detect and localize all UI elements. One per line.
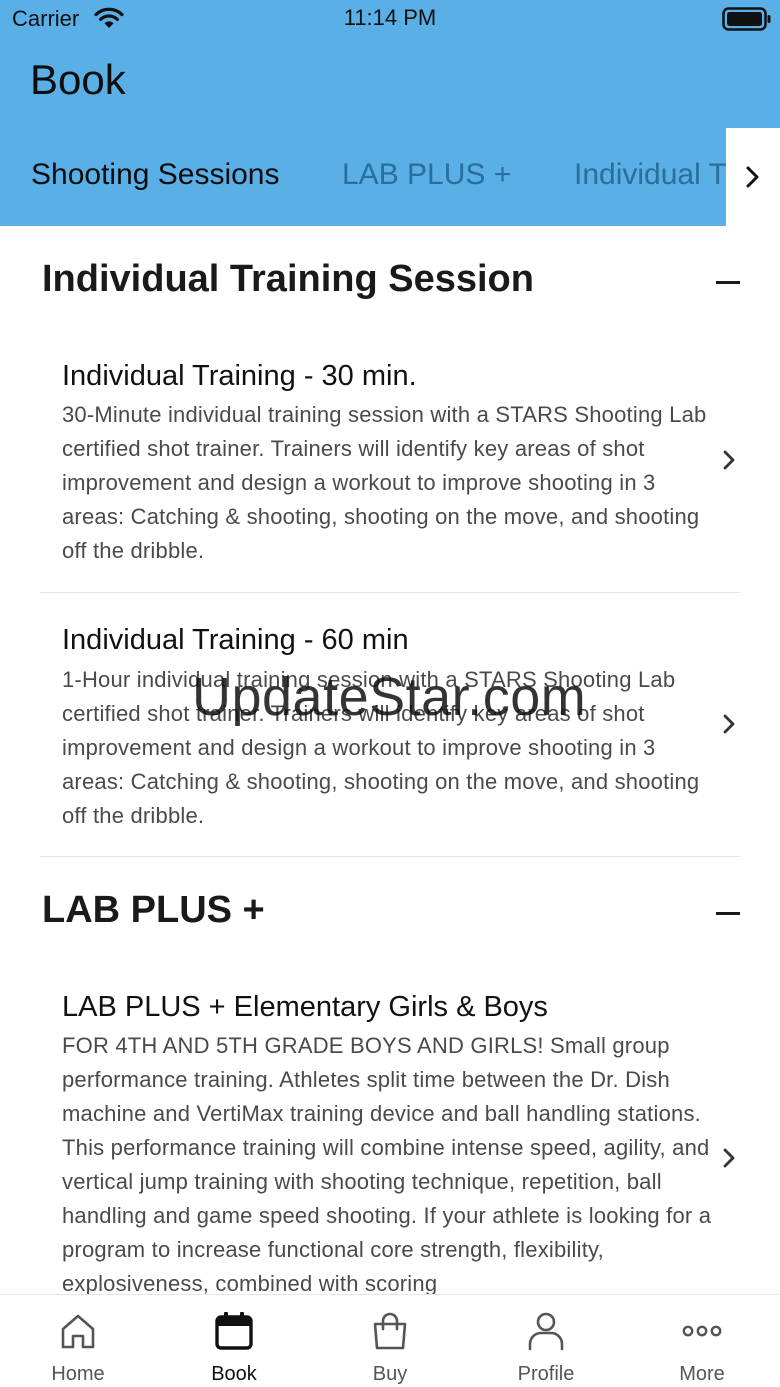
nav-label: More <box>679 1363 725 1385</box>
tab-individual-training[interactable]: Individual Training Session <box>574 158 726 192</box>
nav-label: Book <box>211 1363 257 1385</box>
calendar-icon <box>215 1312 253 1350</box>
chevron-right-icon <box>723 450 735 470</box>
more-dots-icon <box>682 1325 722 1337</box>
item-title: Individual Training - 30 min. <box>62 360 417 392</box>
person-icon <box>528 1312 564 1351</box>
bottom-tab-bar: Home Book Buy Profile More <box>0 1294 780 1387</box>
tab-shooting-sessions[interactable]: Shooting Sessions <box>31 158 280 192</box>
section-title: Individual Training Session <box>42 258 534 300</box>
watermark: UpdateStar.com <box>192 667 587 727</box>
page-title: Book <box>30 56 126 103</box>
category-tabs: Shooting Sessions LAB PLUS + Individual … <box>0 140 726 226</box>
nav-more[interactable]: More <box>624 1295 780 1387</box>
item-description: FOR 4TH AND 5TH GRADE BOYS AND GIRLS! Sm… <box>62 1033 712 1294</box>
chevron-right-icon <box>723 1148 735 1168</box>
sessions-list: Individual Training Session Individual T… <box>0 226 780 1294</box>
divider <box>40 856 740 857</box>
clock-label: 11:14 PM <box>343 5 437 30</box>
tabs-scroll-right-button[interactable] <box>726 128 780 226</box>
nav-buy[interactable]: Buy <box>312 1295 468 1387</box>
nav-profile[interactable]: Profile <box>468 1295 624 1387</box>
item-description: 30-Minute individual training session wi… <box>62 402 707 563</box>
nav-label: Profile <box>517 1363 575 1385</box>
status-bar: Carrier 11:14 PM <box>0 0 780 38</box>
tab-lab-plus[interactable]: LAB PLUS + <box>342 158 511 192</box>
shopping-bag-icon <box>373 1312 407 1350</box>
item-title: Individual Training - 60 min <box>62 624 409 656</box>
divider <box>40 592 740 593</box>
collapse-icon[interactable] <box>716 912 740 915</box>
chevron-right-icon <box>746 166 759 188</box>
home-icon <box>61 1314 95 1349</box>
collapse-icon[interactable] <box>716 281 740 284</box>
nav-label: Home <box>51 1363 105 1385</box>
battery-icon <box>722 7 771 31</box>
app-header: Carrier 11:14 PM Book Shooting Sessions … <box>0 0 780 226</box>
nav-label: Buy <box>372 1363 408 1385</box>
item-title: LAB PLUS + Elementary Girls & Boys <box>62 991 548 1023</box>
chevron-right-icon <box>723 714 735 734</box>
nav-home[interactable]: Home <box>0 1295 156 1387</box>
section-title: LAB PLUS + <box>42 889 265 931</box>
nav-book[interactable]: Book <box>156 1295 312 1387</box>
